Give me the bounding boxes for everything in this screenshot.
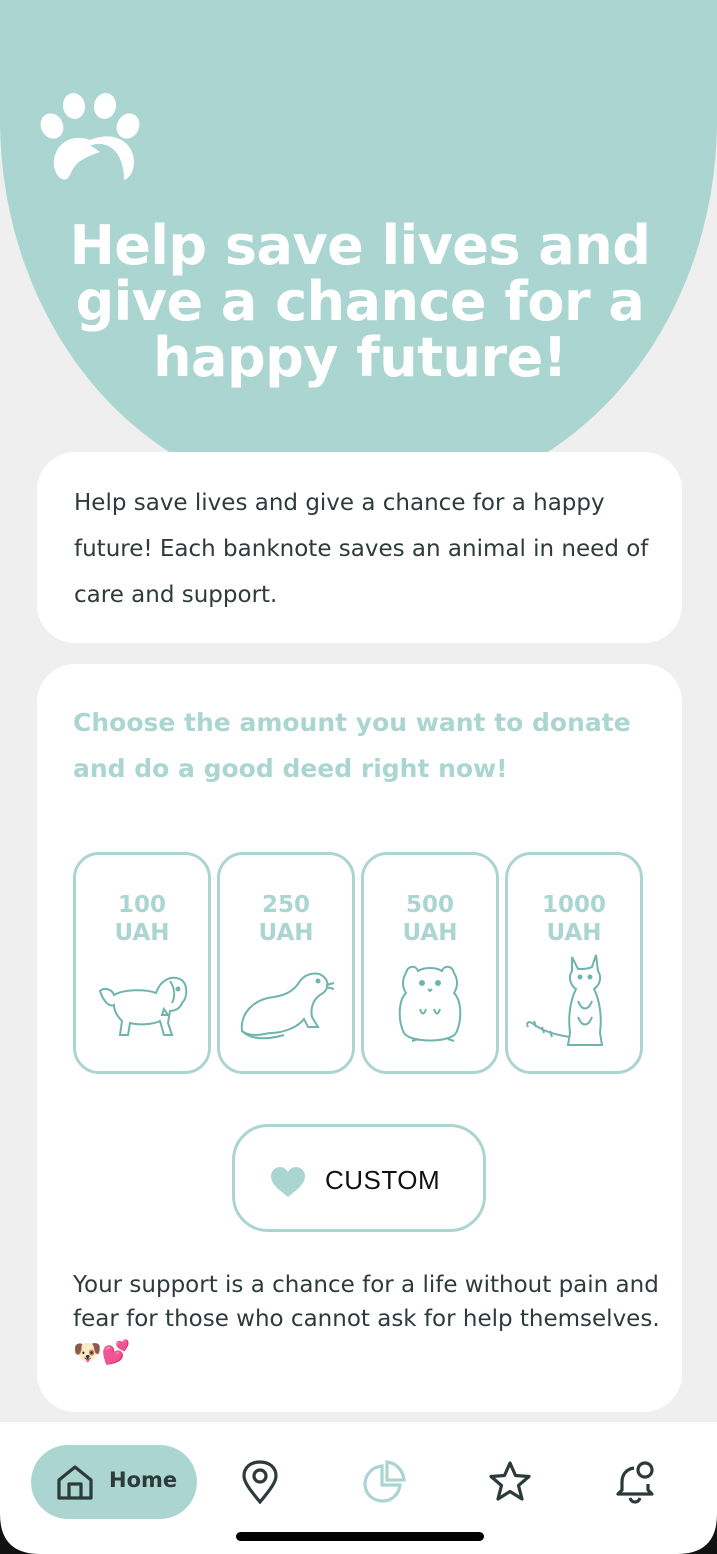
hamster-icon [398, 965, 462, 1042]
tab-home-label: Home [109, 1468, 178, 1492]
ferret-icon [240, 972, 335, 1040]
support-text: Your support is a chance for a life with… [73, 1272, 660, 1366]
bell-icon[interactable] [614, 1460, 658, 1504]
home-icon [57, 1465, 93, 1500]
donate-card: Choose the amount you want to donate and… [37, 664, 682, 1412]
amount-value: 500 [405, 892, 454, 918]
paw-heart-icon [40, 93, 140, 180]
app-screen: Help save lives and give a chance for a … [0, 0, 717, 1554]
pie-chart-icon[interactable] [362, 1460, 406, 1504]
donate-title: Choose the amount you want to donate and… [73, 708, 631, 783]
amount-currency: UAH [546, 920, 602, 946]
amount-value: 250 [261, 892, 310, 918]
amount-250-button[interactable]: 250 UAH [217, 852, 355, 1074]
tab-home[interactable]: Home [31, 1445, 197, 1519]
home-indicator [236, 1532, 484, 1541]
star-icon[interactable] [488, 1460, 532, 1504]
amount-label: 250 UAH [220, 891, 352, 947]
page-title: Help save lives and give a chance for a … [69, 214, 651, 389]
amount-options: 100 UAH 250 UAH 500 UAH 1000 UAH [73, 852, 645, 1074]
amount-100-button[interactable]: 100 UAH [73, 852, 211, 1074]
amount-currency: UAH [114, 920, 170, 946]
amount-label: 500 UAH [364, 891, 496, 947]
amount-500-button[interactable]: 500 UAH [361, 852, 499, 1074]
intro-card: Help save lives and give a chance for a … [37, 452, 682, 643]
amount-label: 100 UAH [76, 891, 208, 947]
amount-label: 1000 UAH [508, 891, 640, 947]
amount-currency: UAH [258, 920, 314, 946]
screen-corner [0, 1514, 40, 1554]
dog-icon [98, 976, 188, 1036]
screen-corner [677, 1514, 717, 1554]
amount-value: 1000 [541, 892, 606, 918]
amount-value: 100 [117, 892, 166, 918]
amount-currency: UAH [402, 920, 458, 946]
intro-text: Help save lives and give a chance for a … [74, 490, 649, 608]
custom-amount-button[interactable]: CUSTOM [232, 1124, 486, 1232]
location-pin-icon[interactable] [238, 1460, 282, 1504]
cat-icon [526, 954, 604, 1046]
amount-1000-button[interactable]: 1000 UAH [505, 852, 643, 1074]
custom-button-label: CUSTOM [325, 1165, 441, 1195]
heart-icon [271, 1167, 305, 1197]
